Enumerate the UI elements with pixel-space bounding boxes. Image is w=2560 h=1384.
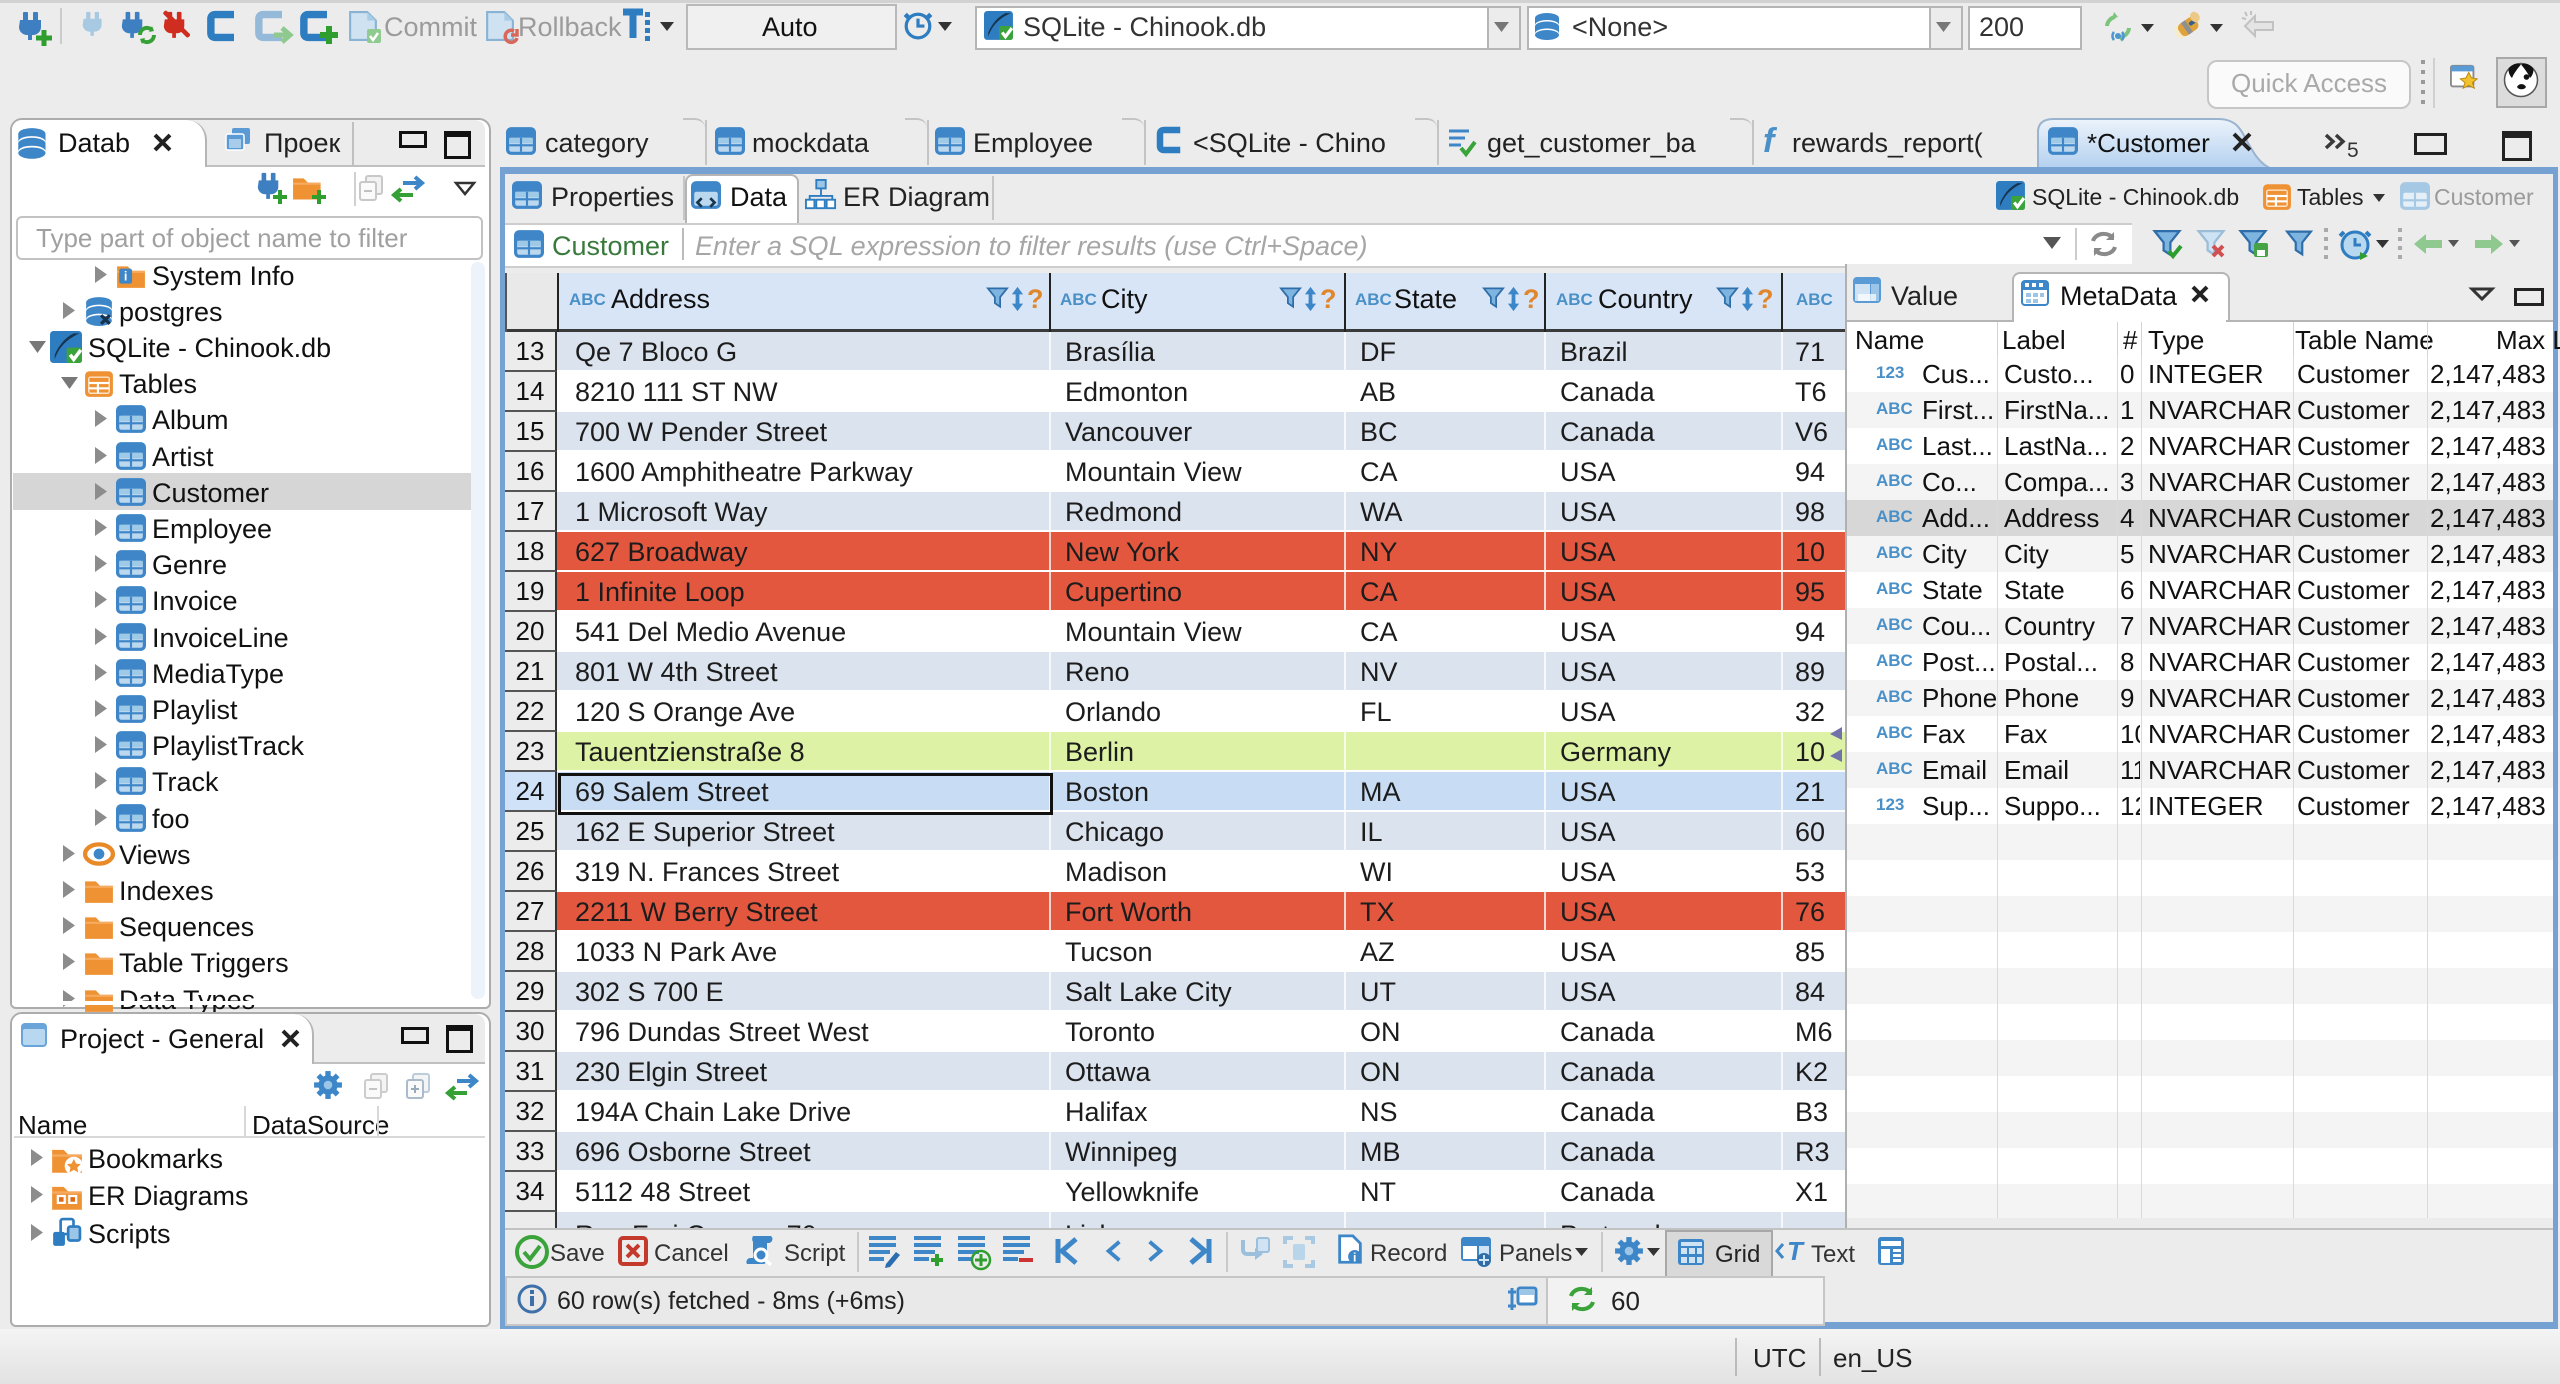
svg-text:T: T <box>1787 1236 1805 1266</box>
svg-text:i: i <box>124 268 128 283</box>
svg-text:i: i <box>1353 1250 1356 1264</box>
